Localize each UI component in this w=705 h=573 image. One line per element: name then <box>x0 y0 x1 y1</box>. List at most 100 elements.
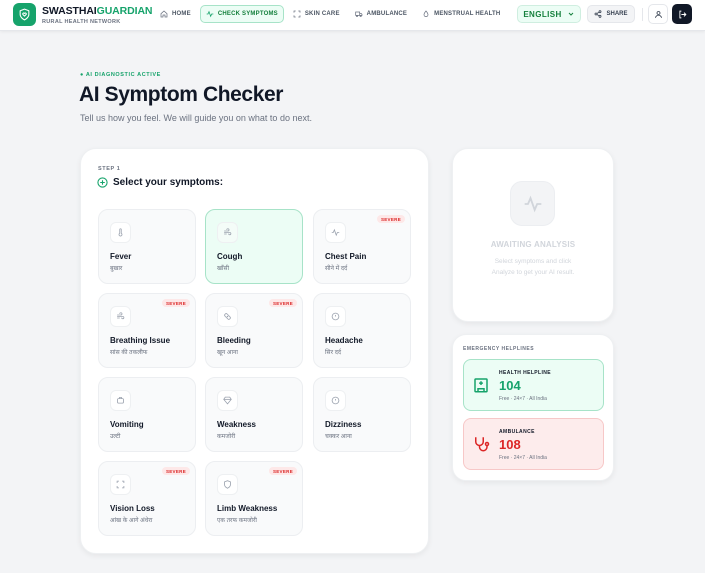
severe-badge: SEVERE <box>268 299 297 307</box>
helpline-card-ambulance[interactable]: AMBULANCE 108 Free · 24×7 · All India <box>463 418 604 470</box>
symptom-card-chest-pain[interactable]: SEVERE Chest Pain सीने में दर्द <box>313 209 411 284</box>
symptom-name: Breathing Issue <box>110 336 171 345</box>
symptom-name: Vision Loss <box>110 504 155 513</box>
symptom-name: Dizziness <box>325 420 362 429</box>
helpline-meta: Free · 24×7 · All India <box>499 396 547 402</box>
stomach-icon <box>117 397 124 404</box>
symptom-hindi: सिर दर्द <box>325 350 342 356</box>
symptom-name: Cough <box>217 252 243 261</box>
logo[interactable] <box>13 3 36 26</box>
symptom-card-limb-weakness[interactable]: SEVERE Limb Weakness एक तरफ कमजोरी <box>205 461 303 536</box>
nav-links: HOME CHECK SYMPTOMS SKIN CARE AMBULANCE … <box>154 5 506 23</box>
nav-ambulance[interactable]: AMBULANCE <box>349 5 413 23</box>
symptom-card-cough[interactable]: Cough खाँसी <box>205 209 303 284</box>
symptom-icon-box <box>110 474 131 495</box>
symptom-hindi: सांस की तकलीफ <box>110 350 148 356</box>
symptom-card-bleeding[interactable]: SEVERE Bleeding खून आना <box>205 293 303 368</box>
brand-name-part1: SWASTHAI <box>42 5 97 17</box>
symptom-icon-box <box>110 306 131 327</box>
brand-name: SWASTHAIGUARDIAN <box>42 5 153 17</box>
helpline-number: 108 <box>499 437 521 452</box>
shield-icon <box>224 480 231 489</box>
nav-menstrual-health[interactable]: MENSTRUAL HEALTH <box>416 5 506 23</box>
symptom-card-vision-loss[interactable]: SEVERE Vision Loss आंख के आगे अंधेरा <box>98 461 196 536</box>
logout-button[interactable] <box>672 4 692 24</box>
symptom-hindi: सीने में दर्द <box>325 266 348 272</box>
helpline-meta: Free · 24×7 · All India <box>499 455 547 461</box>
pulse-icon <box>524 195 541 212</box>
symptom-icon-box <box>217 390 238 411</box>
page-title: AI Symptom Checker <box>79 83 284 106</box>
symptom-name: Headache <box>325 336 363 345</box>
symptom-name: Limb Weakness <box>217 504 278 513</box>
symptom-card-weakness[interactable]: Weakness कमजोरी <box>205 377 303 452</box>
severe-badge: SEVERE <box>268 467 297 475</box>
top-nav: SWASTHAIGUARDIAN RURAL HEALTH NETWORK HO… <box>0 0 705 31</box>
symptom-name: Bleeding <box>217 336 251 345</box>
symptom-name: Fever <box>110 252 132 261</box>
alert-circle-icon <box>331 396 340 405</box>
language-select[interactable]: ENGLISH <box>517 5 581 23</box>
nav-skin-care-label: SKIN CARE <box>304 11 340 17</box>
symptom-icon-box <box>217 474 238 495</box>
symptom-card-fever[interactable]: Fever बुखार <box>98 209 196 284</box>
nav-check-symptoms-label: CHECK SYMPTOMS <box>217 11 278 17</box>
nav-check-symptoms[interactable]: CHECK SYMPTOMS <box>199 5 284 23</box>
symptom-name: Vomiting <box>110 420 144 429</box>
nav-skin-care[interactable]: SKIN CARE <box>287 5 346 23</box>
symptom-name: Chest Pain <box>325 252 367 261</box>
chevron-down-icon <box>568 12 574 16</box>
gem-icon <box>223 396 232 405</box>
severe-badge: SEVERE <box>161 299 190 307</box>
page-subtitle: Tell us how you feel. We will guide you … <box>80 113 312 123</box>
hospital-icon <box>474 378 488 393</box>
ai-status: ● AI DIAGNOSTIC ACTIVE <box>80 72 161 78</box>
select-heading: Select your symptoms: <box>97 177 223 188</box>
symptom-card-headache[interactable]: Headache सिर दर्द <box>313 293 411 368</box>
analysis-description: Select symptoms and click Analyze to get… <box>491 258 575 276</box>
analysis-title: AWAITING ANALYSIS <box>490 240 576 249</box>
share-button[interactable]: SHARE <box>587 5 635 23</box>
nav-home[interactable]: HOME <box>154 5 197 23</box>
symptom-card-vomiting[interactable]: Vomiting उल्टी <box>98 377 196 452</box>
helpline-number: 104 <box>499 378 521 393</box>
symptom-icon-box <box>217 306 238 327</box>
analysis-panel <box>452 148 614 322</box>
symptom-hindi: आंख के आगे अंधेरा <box>110 518 153 524</box>
brand-name-part2: GUARDIAN <box>96 5 153 17</box>
symptom-icon-box <box>325 222 346 243</box>
activity-icon <box>331 228 340 237</box>
brand: SWASTHAIGUARDIAN RURAL HEALTH NETWORK <box>42 5 153 26</box>
symptom-card-dizziness[interactable]: Dizziness चक्कर आना <box>313 377 411 452</box>
focus-icon <box>116 480 125 489</box>
symptom-icon-box <box>325 306 346 327</box>
user-button[interactable] <box>648 4 668 24</box>
wind-icon <box>117 312 125 320</box>
symptom-hindi: एक तरफ कमजोरी <box>217 518 257 524</box>
nav-divider <box>642 8 643 21</box>
thermometer-icon <box>118 228 123 237</box>
truck-icon <box>354 11 363 18</box>
symptom-hindi: खून आना <box>217 350 238 356</box>
symptom-icon-box <box>110 222 131 243</box>
step-label: STEP 1 <box>98 166 121 172</box>
helpline-label: AMBULANCE <box>499 429 535 435</box>
user-icon <box>654 10 662 18</box>
home-icon <box>160 10 168 18</box>
plus-circle-icon <box>97 177 108 188</box>
symptom-icon-box <box>325 390 346 411</box>
shield-heart-icon <box>19 8 30 21</box>
helpline-card-health[interactable]: HEALTH HELPLINE 104 Free · 24×7 · All In… <box>463 359 604 411</box>
bandage-icon <box>224 313 231 320</box>
symptom-hindi: चक्कर आना <box>325 434 352 440</box>
symptom-hindi: उल्टी <box>110 434 121 440</box>
nav-ambulance-label: AMBULANCE <box>366 11 408 17</box>
symptom-hindi: खाँसी <box>217 266 230 272</box>
symptom-card-breathing-issue[interactable]: SEVERE Breathing Issue सांस की तकलीफ <box>98 293 196 368</box>
logout-icon <box>678 10 687 18</box>
symptom-icon-box <box>110 390 131 411</box>
symptom-hindi: बुखार <box>110 266 123 272</box>
nav-menstrual-health-label: MENSTRUAL HEALTH <box>434 11 501 17</box>
share-icon <box>595 10 602 18</box>
nav-home-label: HOME <box>172 11 191 17</box>
